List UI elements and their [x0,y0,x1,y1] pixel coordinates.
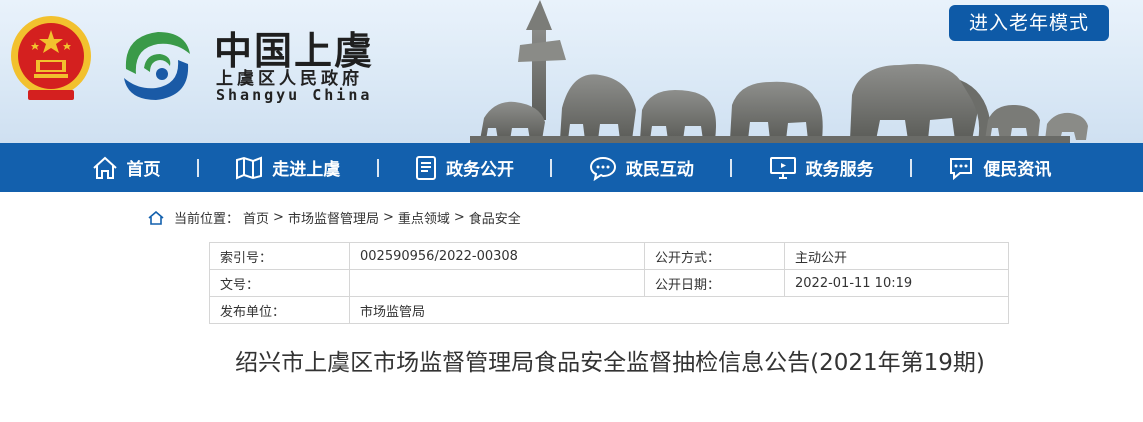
doc-number-value [349,269,645,297]
nav-divider [550,158,553,177]
home-small-icon [148,210,164,225]
table-row: 索引号： 002590956/2022-00308 公开方式： 主动公开 [209,242,1009,270]
article-title: 绍兴市上虞区市场监督管理局食品安全监督抽检信息公告(2021年第19期) [235,350,985,376]
nav-item-label: 政务服务 [805,160,874,180]
publish-mode-value: 主动公开 [784,242,1009,270]
document-icon [416,155,437,180]
header-banner: 中国上虞 上虞区人民政府 Shangyu China 进入老年模式 [0,0,1143,143]
nav-item-interaction[interactable]: 政民互动 [589,155,694,181]
breadcrumb-separator: > [382,210,394,225]
nav-divider [376,158,379,177]
nav-item-label: 政民互动 [625,160,694,180]
home-icon [92,156,117,179]
nav-item-label: 首页 [126,160,161,180]
main-nav: 首页 走进上虞 政务公开 政民互动 政务服务 便民资讯 [0,143,1143,192]
nav-divider [196,158,199,177]
doc-number-label: 文号： [209,269,350,297]
nav-divider [730,158,733,177]
nav-item-label: 走进上虞 [272,160,341,180]
breadcrumb-separator: > [453,210,465,225]
breadcrumb-link-market-bureau[interactable]: 市场监督管理局 [288,208,379,227]
nav-item-about[interactable]: 走进上虞 [235,155,340,180]
breadcrumb-separator: > [273,210,284,225]
nav-item-convenience[interactable]: 便民资讯 [948,155,1051,180]
issuer-label: 发布单位： [209,296,350,324]
document-meta-table: 索引号： 002590956/2022-00308 公开方式： 主动公开 文号：… [209,242,1009,324]
nav-item-home[interactable]: 首页 [92,155,161,180]
issuer-value: 市场监管局 [349,296,1009,324]
index-label: 索引号： [209,242,350,270]
message-icon [950,157,973,180]
nav-item-services[interactable]: 政务服务 [769,155,874,180]
chat-icon [589,156,616,181]
nav-item-gov-info[interactable]: 政务公开 [415,155,514,181]
publish-date-label: 公开日期： [644,269,785,297]
table-row: 发布单位： 市场监管局 [209,296,1009,324]
national-emblem-icon [11,16,91,100]
breadcrumb-link-food-safety[interactable]: 食品安全 [469,208,521,227]
index-value: 002590956/2022-00308 [349,242,645,270]
map-icon [236,156,263,180]
nav-divider [910,158,913,177]
breadcrumb-link-key-areas[interactable]: 重点领域 [398,208,450,227]
nav-item-label: 政务公开 [446,160,515,180]
publish-mode-label: 公开方式： [644,242,785,270]
monitor-icon [769,156,796,179]
nav-item-label: 便民资讯 [983,160,1052,180]
publish-date-value: 2022-01-11 10:19 [784,269,1009,297]
site-english-name: Shangyu China [216,86,373,104]
elder-mode-button[interactable]: 进入老年模式 [949,5,1109,41]
breadcrumb-prefix: 当前位置： [174,212,240,227]
breadcrumb: 当前位置： 首页 > 市场监督管理局 > 重点领域 > 食品安全 [148,208,521,227]
breadcrumb-link-home[interactable]: 首页 [243,208,269,227]
table-row: 文号： 公开日期： 2022-01-11 10:19 [209,269,1009,297]
shangyu-logo-icon [124,32,190,100]
